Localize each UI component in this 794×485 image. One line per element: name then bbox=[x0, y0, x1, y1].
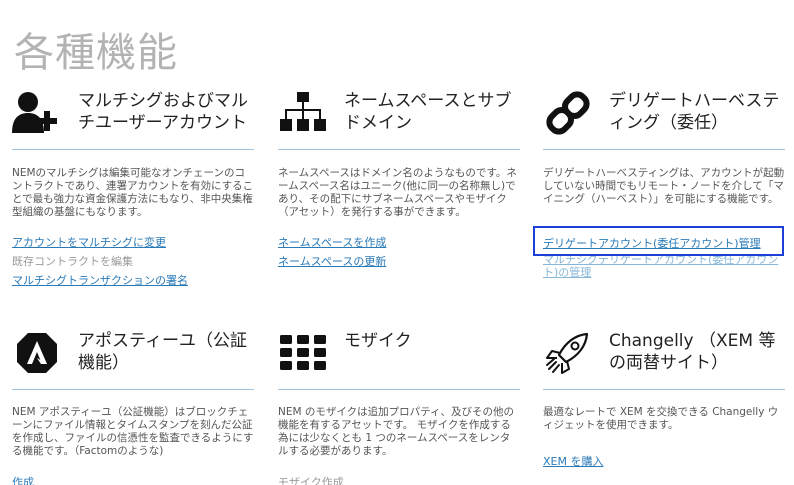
card-header: マルチシグおよびマルチユーザーアカウント bbox=[12, 88, 254, 150]
convert-to-multisig-link[interactable]: アカウントをマルチシグに変更 bbox=[12, 236, 254, 250]
divider bbox=[12, 389, 254, 390]
sitemap-icon bbox=[278, 88, 328, 138]
card-description: NEMのマルチシグは編集可能なオンチェーンのコントラクトであり、連署アカウントを… bbox=[12, 167, 254, 218]
chain-link-icon bbox=[543, 88, 593, 138]
buy-xem-link[interactable]: XEM を購入 bbox=[543, 455, 785, 469]
update-namespace-link[interactable]: ネームスペースの更新 bbox=[278, 255, 520, 269]
card-header: モザイク bbox=[278, 328, 520, 390]
card-title: モザイク bbox=[344, 331, 412, 351]
card-description: NEM のモザイクは追加プロパティ、及びその他の機能を有するアセットです。 モザ… bbox=[278, 406, 515, 457]
card-description: 最適なレートで XEM を交換できる Changelly ウィジェットを使用でき… bbox=[543, 406, 779, 431]
card-header: アポスティーユ（公証機能） bbox=[12, 328, 254, 390]
sign-multisig-transaction-link[interactable]: マルチシグトランザクションの署名 bbox=[12, 274, 254, 288]
rocket-icon bbox=[543, 328, 593, 378]
manage-multisig-delegated-account-link[interactable]: マルチシグデリゲートアカウント(委任アカウント)の管理 bbox=[543, 253, 785, 279]
card-title: Changelly （XEM 等の両替サイト） bbox=[609, 331, 776, 373]
card-title: マルチシグおよびマルチユーザーアカウント bbox=[78, 91, 248, 133]
add-user-icon bbox=[12, 88, 62, 138]
card-title: デリゲートハーベスティング（委任） bbox=[609, 91, 780, 133]
card-description: NEM アポスティーユ（公証機能）はブロックチェーンにファイル情報とタイムスタン… bbox=[12, 406, 254, 457]
create-apostille-link[interactable]: 作成 bbox=[12, 476, 254, 485]
card-changelly: Changelly （XEM 等の両替サイト） 最適なレートで XEM を交換で… bbox=[543, 328, 785, 485]
divider bbox=[278, 149, 520, 150]
features-page: 各種機能 マルチシグおよびマルチユーザーアカウント NEMのマルチシグは編集可能… bbox=[0, 0, 794, 485]
divider bbox=[543, 389, 785, 390]
card-multisig: マルチシグおよびマルチユーザーアカウント NEMのマルチシグは編集可能なオンチェ… bbox=[12, 88, 254, 298]
create-mosaic-link[interactable]: モザイク作成 bbox=[278, 476, 520, 485]
divider bbox=[543, 149, 785, 150]
selection-highlight bbox=[533, 226, 784, 256]
card-header: Changelly （XEM 等の両替サイト） bbox=[543, 328, 785, 390]
card-header: ネームスペースとサブドメイン bbox=[278, 88, 520, 150]
edit-contract-link[interactable]: 既存コントラクトを編集 bbox=[12, 255, 254, 269]
card-delegated-harvesting: デリゲートハーベスティング（委任） デリゲートハーベスティングは、アカウントが起… bbox=[543, 88, 785, 288]
page-title: 各種機能 bbox=[14, 30, 178, 76]
card-description: ネームスペースはドメイン名のようなものです。ネームスペース名はユニーク(他に同一… bbox=[278, 167, 517, 218]
grid-icon bbox=[278, 328, 328, 378]
divider bbox=[12, 149, 254, 150]
card-mosaic: モザイク NEM のモザイクは追加プロパティ、及びその他の機能を有するアセットで… bbox=[278, 328, 520, 485]
apostille-logo-icon bbox=[12, 328, 62, 378]
card-description: デリゲートハーベスティングは、アカウントが起動していない時間でもリモート・ノード… bbox=[543, 167, 785, 205]
card-header: デリゲートハーベスティング（委任） bbox=[543, 88, 785, 150]
divider bbox=[278, 389, 520, 390]
card-apostille: アポスティーユ（公証機能） NEM アポスティーユ（公証機能）はブロックチェーン… bbox=[12, 328, 254, 485]
create-namespace-link[interactable]: ネームスペースを作成 bbox=[278, 236, 520, 250]
card-title: アポスティーユ（公証機能） bbox=[78, 331, 247, 373]
card-title: ネームスペースとサブドメイン bbox=[344, 91, 512, 133]
card-namespace: ネームスペースとサブドメイン ネームスペースはドメイン名のようなものです。ネーム… bbox=[278, 88, 520, 278]
